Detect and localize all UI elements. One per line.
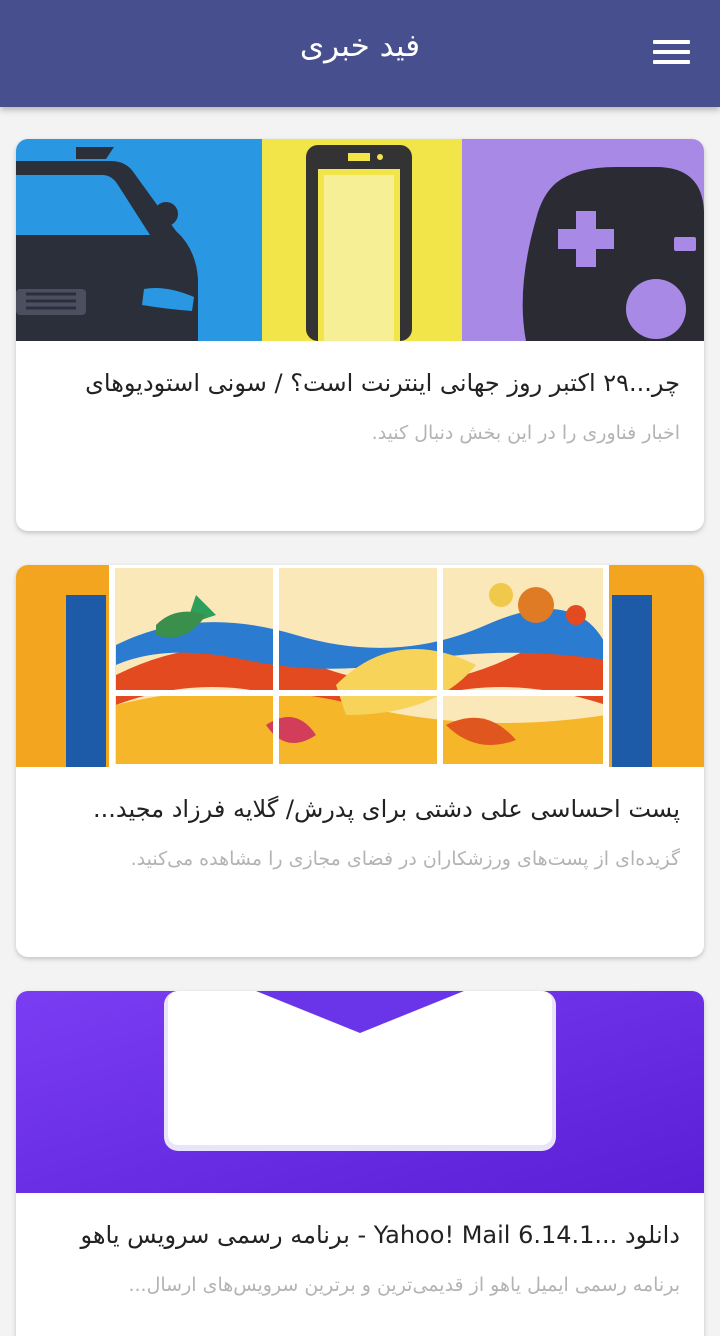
news-headline: دانلود ...Yahoo! Mail 6.14.1 - برنامه رس… [80,1221,681,1249]
news-card[interactable]: دانلود ...Yahoo! Mail 6.14.1 - برنامه رس… [16,991,704,1336]
news-summary: اخبار فناوری را در این بخش دنبال کنید. [371,422,680,444]
news-summary: برنامه رسمی ایمیل یاهو از قدیمی‌ترین و ب… [128,1274,680,1296]
page-title: فید خبری [299,28,421,64]
news-summary: گزیده‌ای از پست‌های ورزشکاران در فضای مج… [130,848,680,870]
app-bar: فید خبری [0,0,720,107]
news-thumbnail-tech [16,139,704,341]
gamepad-icon [522,167,704,341]
news-thumbnail-mail [16,991,704,1193]
news-headline: چر...۲۹ اکتبر روز جهانی اینترنت است؟ / س… [85,369,680,397]
phone-icon [306,145,412,341]
news-headline: پست احساسی علی دشتی برای پدرش/ گلایه فرز… [93,795,680,823]
news-card[interactable]: چر...۲۹ اکتبر روز جهانی اینترنت است؟ / س… [16,139,704,531]
hamburger-menu-icon[interactable] [653,38,690,68]
news-thumbnail-mural [16,565,704,767]
news-card[interactable]: پست احساسی علی دشتی برای پدرش/ گلایه فرز… [16,565,704,957]
envelope-icon [164,991,556,1151]
